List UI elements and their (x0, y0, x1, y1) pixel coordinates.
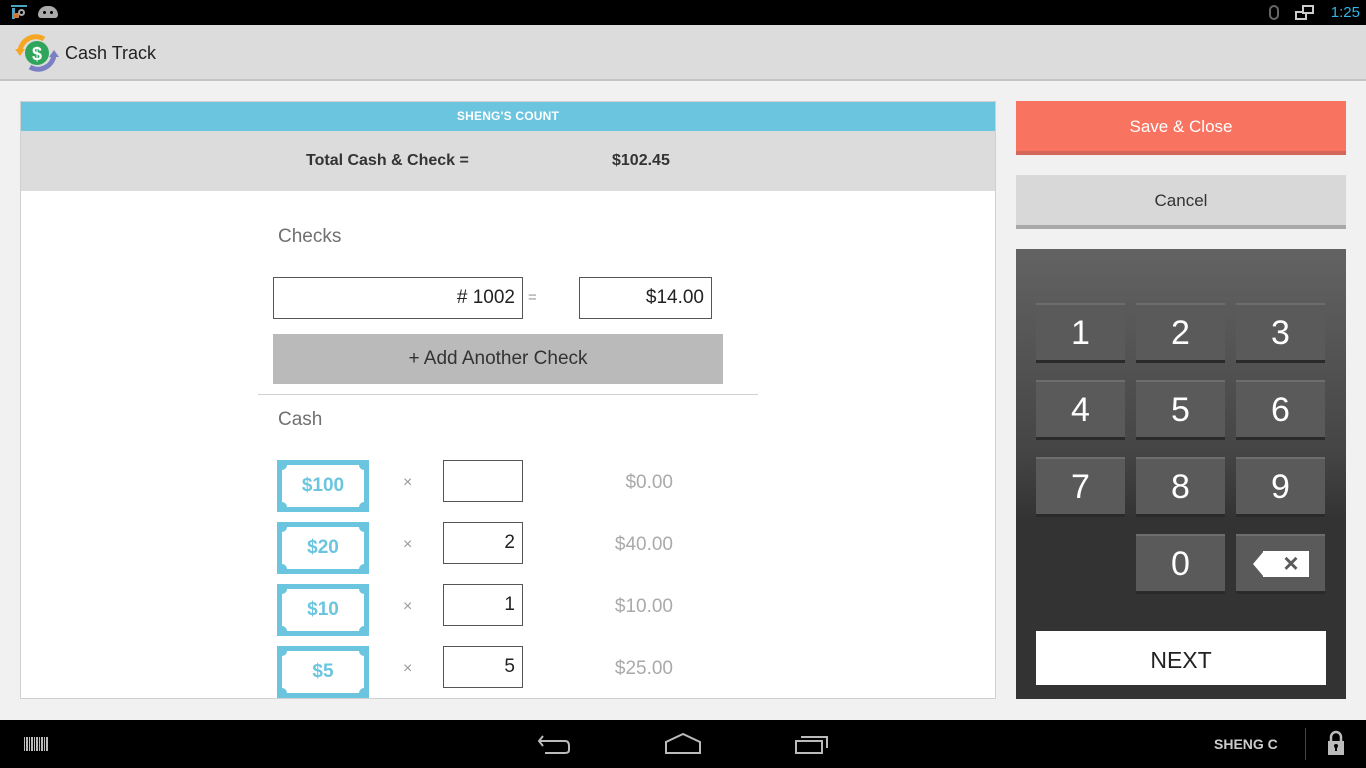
key-4[interactable]: 4 (1036, 380, 1125, 440)
backspace-key[interactable]: × (1236, 534, 1325, 594)
times-symbol: × (403, 474, 413, 491)
key-6[interactable]: 6 (1236, 380, 1325, 440)
home-icon[interactable] (663, 732, 703, 756)
check-number-input[interactable]: # 1002 (273, 277, 523, 319)
cancel-button[interactable]: Cancel (1016, 175, 1346, 229)
save-close-button[interactable]: Save & Close (1016, 101, 1346, 155)
quantity-input-20[interactable]: 2 (443, 522, 523, 564)
panel-header: SHENG'S COUNT (21, 102, 995, 131)
bill-label: $10 (307, 599, 339, 620)
current-user[interactable]: SHENG C (1214, 736, 1278, 752)
app-title: Cash Track (65, 43, 157, 63)
key-0[interactable]: 0 (1136, 534, 1225, 594)
times-symbol: × (403, 660, 413, 677)
bill-label: $100 (301, 475, 345, 496)
check-amount-input[interactable]: $14.00 (579, 277, 712, 319)
quantity-input-5[interactable]: 5 (443, 646, 523, 688)
count-panel: SHENG'S COUNT Total Cash & Check = $102.… (20, 101, 996, 699)
next-button[interactable]: NEXT (1036, 631, 1326, 685)
total-bar: Total Cash & Check = $102.45 (21, 131, 995, 191)
bill-100-icon: $100 (277, 460, 369, 512)
key-9[interactable]: 9 (1236, 457, 1325, 517)
total-label: Total Cash & Check = (306, 152, 469, 169)
bill-label: $5 (312, 661, 334, 682)
nav-separator (1305, 728, 1306, 760)
recents-icon[interactable] (792, 732, 832, 756)
key-7[interactable]: 7 (1036, 457, 1125, 517)
total-value: $102.45 (612, 152, 670, 169)
bill-label: $20 (307, 537, 339, 558)
backspace-icon: × (1252, 550, 1309, 577)
bill-5-icon: $5 (277, 646, 369, 698)
checks-title: Checks (278, 226, 342, 247)
clock: 1:25 (1330, 4, 1360, 21)
lock-icon[interactable] (1326, 730, 1346, 756)
barcode-icon[interactable] (24, 737, 48, 751)
quantity-input-10[interactable]: 1 (443, 584, 523, 626)
equals-sign: = (528, 289, 537, 306)
quantity-input-100[interactable] (443, 460, 523, 502)
subtotal-100: $0.00 (625, 472, 673, 493)
status-bar: 1:25 (0, 0, 1366, 25)
network-icon (1294, 4, 1315, 21)
svg-text:$: $ (32, 44, 42, 64)
cash-track-logo-icon[interactable]: $ (14, 33, 60, 73)
back-icon[interactable] (535, 732, 575, 756)
subtotal-20: $40.00 (614, 534, 673, 555)
times-symbol: × (403, 536, 413, 553)
bill-20-icon: $20 (277, 522, 369, 574)
action-bar: $ Cash Track (0, 25, 1366, 81)
subtotal-5: $25.00 (614, 658, 673, 679)
times-symbol: × (403, 598, 413, 615)
key-8[interactable]: 8 (1136, 457, 1225, 517)
bill-10-icon: $10 (277, 584, 369, 636)
android-debug-icon (38, 6, 58, 18)
key-5[interactable]: 5 (1136, 380, 1225, 440)
key-1[interactable]: 1 (1036, 303, 1125, 363)
navigation-bar: SHENG C (0, 720, 1366, 768)
key-3[interactable]: 3 (1236, 303, 1325, 363)
section-divider (258, 394, 758, 395)
key-2[interactable]: 2 (1136, 303, 1225, 363)
cash-title: Cash (278, 409, 323, 430)
add-another-check-button[interactable]: + Add Another Check (273, 334, 723, 384)
notification-app-icon (10, 4, 28, 20)
bluetooth-icon (1268, 5, 1279, 20)
numeric-keypad: 1 2 3 4 5 6 7 8 9 0 × NEXT (1016, 249, 1346, 699)
subtotal-10: $10.00 (614, 596, 673, 617)
